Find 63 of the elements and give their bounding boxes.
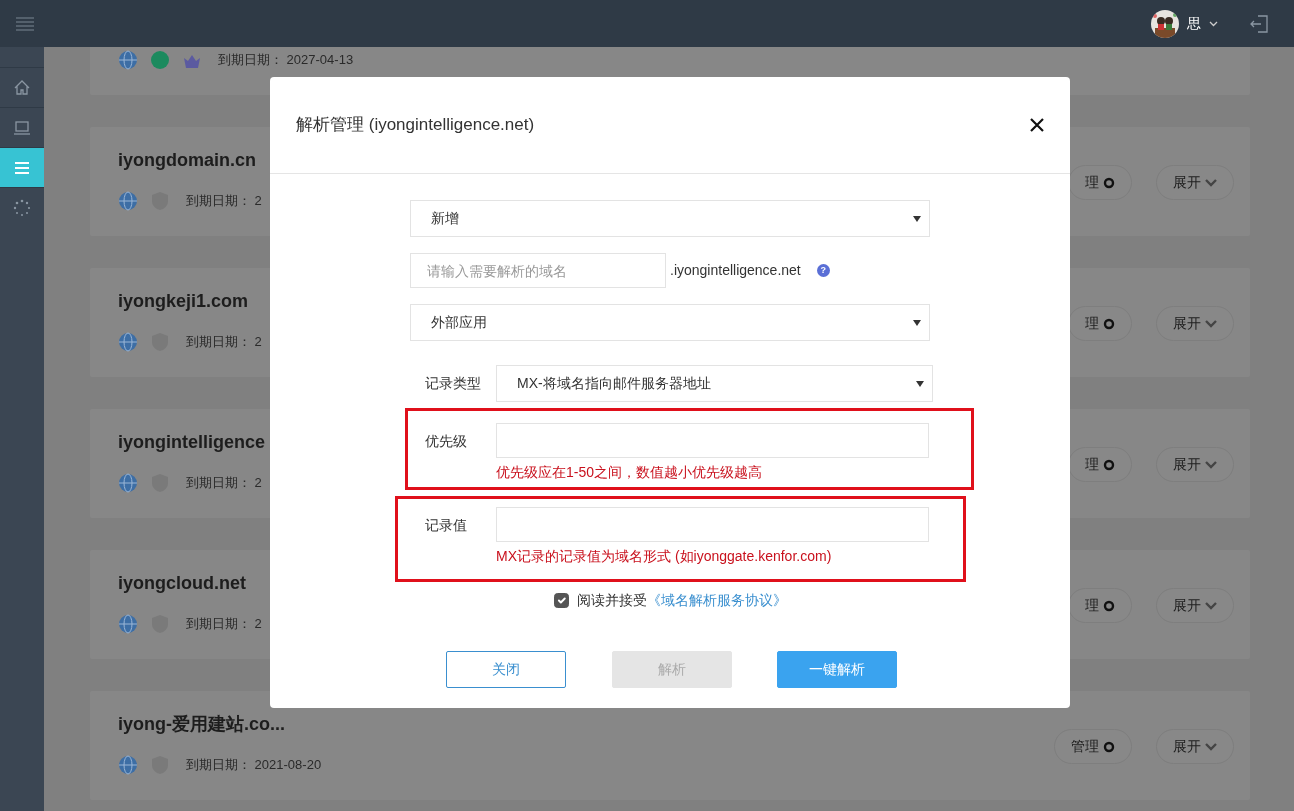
expand-button[interactable]: 展开 <box>1156 306 1234 341</box>
domain-name: iyongdomain.cn <box>118 149 256 172</box>
caret-icon <box>913 215 921 222</box>
domain-name: iyongintelligence <box>118 431 266 454</box>
menu-icon[interactable] <box>16 16 34 31</box>
select-field[interactable]: 新增 <box>410 200 930 237</box>
hint-text: MX记录的记录值为域名形式 (如iyonggate.kenfor.com) <box>496 547 833 566</box>
select-field[interactable]: 外部应用 <box>410 304 930 341</box>
field-label: 优先级 <box>424 432 468 451</box>
spinner-icon <box>12 197 32 218</box>
status-dot-icon <box>150 50 170 70</box>
expiry-date: 到期日期： 2 <box>186 192 262 211</box>
domain-suffix: .iyongintelligence.net <box>670 261 801 280</box>
chevron-down-icon <box>1205 460 1217 469</box>
sidebar-item[interactable] <box>0 147 44 187</box>
hint-text: 优先级应在1-50之间，数值越小优先级越高 <box>496 463 764 482</box>
chevron-down-icon <box>1205 742 1217 751</box>
domain-name: iyongcloud.net <box>118 572 246 595</box>
expand-button[interactable]: 展开 <box>1156 588 1234 623</box>
expiry-date: 到期日期： 2027-04-13 <box>218 51 354 70</box>
globe-icon <box>118 50 138 70</box>
expiry-date: 到期日期： 2 <box>186 333 262 352</box>
manage-button[interactable]: 理 <box>1068 165 1132 200</box>
chevron-down-icon <box>1205 178 1217 187</box>
manage-button[interactable]: 管理 <box>1054 729 1132 764</box>
priority-field[interactable] <box>496 423 929 458</box>
field-label: 记录类型 <box>424 374 482 393</box>
domain-name: iyongkeji1.com <box>118 290 249 313</box>
caret-icon <box>913 319 921 326</box>
globe-icon <box>118 332 138 352</box>
globe-icon <box>118 473 138 493</box>
logout-icon[interactable] <box>1250 13 1270 34</box>
help-icon[interactable]: ? <box>816 264 830 277</box>
record-value-field[interactable] <box>496 507 929 542</box>
user-name[interactable]: 思 <box>1187 13 1201 34</box>
select-field[interactable]: MX-将域名指向邮件服务器地址 <box>496 365 933 402</box>
expiry-date: 到期日期： 2 <box>186 615 262 634</box>
expand-button[interactable]: 展开 <box>1156 165 1234 200</box>
expiry-date: 到期日期： 2021-08-20 <box>186 756 322 775</box>
manage-button[interactable]: 理 <box>1068 588 1132 623</box>
dialog-button[interactable]: 关闭 <box>446 651 566 688</box>
manage-button[interactable]: 理 <box>1068 447 1132 482</box>
caret-icon <box>916 380 924 387</box>
expand-button[interactable]: 展开 <box>1156 729 1234 764</box>
dialog-button: 解析 <box>611 651 732 688</box>
globe-icon <box>118 614 138 634</box>
dialog-button[interactable]: 一键解析 <box>777 651 897 688</box>
expand-button[interactable]: 展开 <box>1156 447 1234 482</box>
chevron-down-icon <box>1205 601 1217 610</box>
manage-button[interactable]: 理 <box>1068 306 1132 341</box>
agree-checkbox[interactable] <box>553 593 569 608</box>
subdomain-field[interactable]: 请输入需要解析的域名 <box>410 253 666 288</box>
domain-name: iyong-爱用建站.co... <box>118 713 285 736</box>
field-label: 记录值 <box>424 516 468 535</box>
globe-icon <box>118 191 138 211</box>
chevron-down-icon[interactable] <box>1209 20 1218 27</box>
agreement-text: 阅读并接受《域名解析服务协议》 <box>576 591 787 610</box>
globe-icon <box>118 755 138 775</box>
expiry-date: 到期日期： 2 <box>186 474 262 493</box>
modal-title: 解析管理 (iyongintelligence.net) <box>296 114 535 137</box>
close-icon[interactable] <box>1030 118 1044 132</box>
agreement-link[interactable]: 《域名解析服务协议》 <box>646 592 787 608</box>
chevron-down-icon <box>1205 319 1217 328</box>
